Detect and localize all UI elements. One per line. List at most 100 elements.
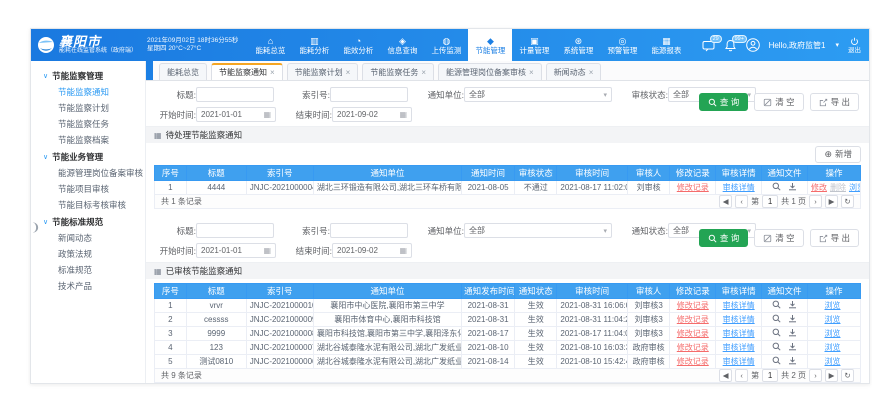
nav-item-9[interactable]: ◎预警管理 [600,29,644,61]
preview-icon[interactable] [772,356,781,367]
last-page-button[interactable]: ▶ [825,369,838,382]
nav-item-7[interactable]: ▣计量管理 [512,29,556,61]
reviewed-unit-select[interactable]: 全部 ▾ [464,223,612,238]
reviewed-end-date[interactable]: 2021-09-02 ▦ [332,243,412,258]
next-page-button[interactable]: › [809,369,822,382]
pending-unit-select[interactable]: 全部 ▾ [464,87,612,102]
sidebar-group-1[interactable]: ∨节能监察管理 [31,67,145,84]
sidebar-item[interactable]: 政策法规 [31,246,145,262]
last-page-button[interactable]: ▶ [825,195,838,208]
tab-2[interactable]: 节能监察通知× [211,63,283,80]
modify-record-link[interactable]: 修改记录 [677,357,709,366]
sidebar-group-2[interactable]: ∨节能业务管理 [31,148,145,165]
nav-item-3[interactable]: ◔能效分析 [336,29,380,61]
action-link[interactable]: 浏览 [824,343,840,352]
review-detail-link[interactable]: 审核详情 [723,301,755,310]
close-icon[interactable]: × [270,68,275,77]
next-page-button[interactable]: › [809,195,822,208]
preview-icon[interactable] [772,328,781,339]
page-number-input[interactable] [762,369,778,382]
modify-record-link[interactable]: 修改记录 [677,301,709,310]
nav-item-6[interactable]: ◆节能管理 [468,29,512,61]
nav-item-1[interactable]: ⌂能耗总览 [248,29,292,61]
refresh-icon[interactable]: ↻ [841,195,854,208]
pending-index-input[interactable] [330,87,408,102]
sidebar-item[interactable]: 标准规范 [31,262,145,278]
review-detail-link[interactable]: 审核详情 [723,315,755,324]
sidebar-item[interactable]: 节能目标考核审核 [31,197,145,213]
refresh-icon[interactable]: ↻ [841,369,854,382]
sidebar-item[interactable]: 节能监察计划 [31,100,145,116]
sidebar-item[interactable]: 节能项目审核 [31,181,145,197]
action-link[interactable]: 浏览 [824,357,840,366]
nav-item-5[interactable]: ◍上传监测 [424,29,468,61]
sidebar-group-3[interactable]: ∨节能标准规范 [31,213,145,230]
tab-4[interactable]: 节能监察任务× [362,63,434,80]
download-icon[interactable] [788,314,797,325]
close-icon[interactable]: × [529,68,534,77]
export-button[interactable]: 导 出 [810,93,859,111]
sidebar-item[interactable]: 节能监察任务 [31,116,145,132]
clear-button[interactable]: 清 空 [754,93,803,111]
nav-item-8[interactable]: ⊛系统管理 [556,29,600,61]
add-button[interactable]: ⊕ 新增 [815,146,861,163]
preview-icon[interactable] [772,342,781,353]
prev-page-button[interactable]: ‹ [735,195,748,208]
message-icon[interactable]: 29 [702,39,715,52]
nav-item-10[interactable]: ▦能源报表 [644,29,688,61]
first-page-button[interactable]: ◀ [719,195,732,208]
nav-item-4[interactable]: ◈信息查询 [380,29,424,61]
download-icon[interactable] [788,356,797,367]
review-detail-link[interactable]: 审核详情 [723,183,755,192]
pending-end-date[interactable]: 2021-09-02 ▦ [332,107,412,122]
user-greeting[interactable]: Hello,政府监管1 [769,40,826,51]
close-icon[interactable]: × [589,68,594,77]
logout-button[interactable]: 退出 [848,37,861,54]
bell-icon[interactable]: 99+ [724,39,737,52]
tab-1[interactable]: 能耗总览 [159,63,207,80]
close-icon[interactable]: × [421,68,426,77]
nav-item-2[interactable]: ▥能耗分析 [292,29,336,61]
preview-icon[interactable] [772,182,781,193]
action-link[interactable]: 浏览 [824,301,840,310]
action-link[interactable]: 删除 [830,183,846,192]
clear-button[interactable]: 清 空 [754,229,803,247]
action-link[interactable]: 浏览 [824,329,840,338]
action-link[interactable]: 浏览 [824,315,840,324]
first-page-button[interactable]: ◀ [719,369,732,382]
export-button[interactable]: 导 出 [810,229,859,247]
sidebar-item[interactable]: 能源管理岗位备案审核 [31,165,145,181]
user-menu-caret-icon[interactable]: ▾ [835,41,839,49]
sidebar-item[interactable]: 新闻动态 [31,230,145,246]
sidebar-item[interactable]: 技术产品 [31,278,145,294]
download-icon[interactable] [788,342,797,353]
download-icon[interactable] [788,328,797,339]
modify-record-link[interactable]: 修改记录 [677,329,709,338]
reviewed-title-input[interactable] [196,223,274,238]
page-number-input[interactable] [762,195,778,208]
avatar[interactable] [746,38,760,52]
prev-page-button[interactable]: ‹ [735,369,748,382]
review-detail-link[interactable]: 审核详情 [723,357,755,366]
review-detail-link[interactable]: 审核详情 [723,329,755,338]
preview-icon[interactable] [772,314,781,325]
modify-record-link[interactable]: 修改记录 [677,183,709,192]
sidebar-item[interactable]: 节能监察档案 [31,132,145,148]
pending-start-date[interactable]: 2021-01-01 ▦ [196,107,276,122]
action-link[interactable]: 修改 [811,183,827,192]
reviewed-index-input[interactable] [330,223,408,238]
tab-5[interactable]: 能源管理岗位备案审核× [438,63,542,80]
review-detail-link[interactable]: 审核详情 [723,343,755,352]
action-link[interactable]: 浏览 [849,183,861,192]
modify-record-link[interactable]: 修改记录 [677,343,709,352]
sidebar-collapse-handle[interactable]: ❩ [31,221,39,235]
pending-title-input[interactable] [196,87,274,102]
search-button[interactable]: 查 询 [699,229,748,247]
sidebar-item[interactable]: 节能监察通知 [31,84,145,100]
preview-icon[interactable] [772,300,781,311]
download-icon[interactable] [788,182,797,193]
search-button[interactable]: 查 询 [699,93,748,111]
download-icon[interactable] [788,300,797,311]
close-icon[interactable]: × [346,68,351,77]
modify-record-link[interactable]: 修改记录 [677,315,709,324]
